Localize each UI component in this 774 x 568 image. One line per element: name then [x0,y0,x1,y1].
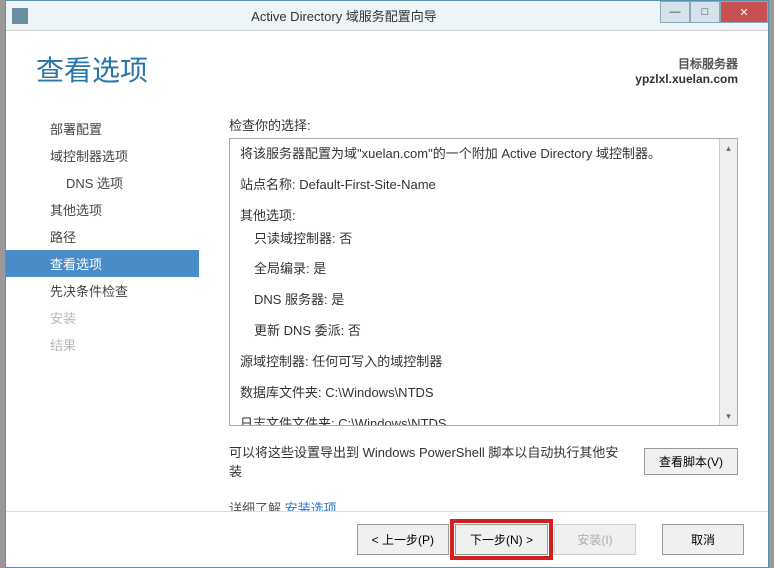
target-server-label: 目标服务器 [635,55,738,72]
sidebar-item-paths[interactable]: 路径 [6,223,199,250]
scroll-up-icon[interactable]: ▴ [720,139,737,157]
review-line: DNS 服务器: 是 [240,291,709,310]
sidebar-item-review-options[interactable]: 查看选项 [6,250,199,277]
review-line: 站点名称: Default-First-Site-Name [240,176,709,195]
body-row: 部署配置 域控制器选项 DNS 选项 其他选项 路径 查看选项 先决条件检查 安… [6,97,768,511]
maximize-button[interactable]: □ [690,1,720,23]
sidebar-item-install: 安装 [6,304,199,331]
sidebar-item-dc-options[interactable]: 域控制器选项 [6,142,199,169]
sidebar-item-dns-options[interactable]: DNS 选项 [6,169,199,196]
header-row: 查看选项 目标服务器 ypzlxl.xuelan.com [6,31,768,97]
sidebar-item-additional-options[interactable]: 其他选项 [6,196,199,223]
target-server-value: ypzlxl.xuelan.com [635,72,738,86]
cancel-button[interactable]: 取消 [662,524,744,555]
export-text: 可以将这些设置导出到 Windows PowerShell 脚本以自动执行其他安… [229,442,624,480]
review-label: 检查你的选择: [229,115,738,134]
learn-more: 详细了解 安装选项 [229,498,738,511]
main-panel: 检查你的选择: 将该服务器配置为域"xuelan.com"的一个附加 Activ… [199,97,768,511]
page-title: 查看选项 [36,49,635,89]
sidebar-item-results: 结果 [6,331,199,358]
sidebar-item-prereq-check[interactable]: 先决条件检查 [6,277,199,304]
previous-button[interactable]: < 上一步(P) [357,524,449,555]
install-button: 安装(I) [554,524,636,555]
review-line: 只读域控制器: 否 [240,230,709,249]
scrollbar[interactable]: ▴ ▾ [719,139,737,425]
sidebar: 部署配置 域控制器选项 DNS 选项 其他选项 路径 查看选项 先决条件检查 安… [6,97,199,511]
review-line: 将该服务器配置为域"xuelan.com"的一个附加 Active Direct… [240,145,709,164]
window-controls: — □ ✕ [660,1,768,30]
target-server: 目标服务器 ypzlxl.xuelan.com [635,49,738,86]
wizard-window: Active Directory 域服务配置向导 — □ ✕ 查看选项 目标服务… [5,0,769,568]
review-line: 源域控制器: 任何可写入的域控制器 [240,353,709,372]
next-button[interactable]: 下一步(N) > [455,524,548,555]
minimize-button[interactable]: — [660,1,690,23]
view-script-button[interactable]: 查看脚本(V) [644,448,738,475]
learn-more-link[interactable]: 安装选项 [285,501,337,511]
review-text: 将该服务器配置为域"xuelan.com"的一个附加 Active Direct… [230,139,719,425]
window-title: Active Directory 域服务配置向导 [28,6,660,25]
export-row: 可以将这些设置导出到 Windows PowerShell 脚本以自动执行其他安… [229,442,738,480]
review-line: 更新 DNS 委派: 否 [240,322,709,341]
sidebar-item-deployment-config[interactable]: 部署配置 [6,115,199,142]
review-line: 其他选项: [240,207,709,226]
scroll-down-icon[interactable]: ▾ [720,407,737,425]
content-area: 查看选项 目标服务器 ypzlxl.xuelan.com 部署配置 域控制器选项… [6,31,768,567]
review-line: 全局编录: 是 [240,260,709,279]
close-button[interactable]: ✕ [720,1,768,23]
app-icon [12,8,28,24]
titlebar: Active Directory 域服务配置向导 — □ ✕ [6,1,768,31]
learn-more-prefix: 详细了解 [229,501,281,511]
review-box: 将该服务器配置为域"xuelan.com"的一个附加 Active Direct… [229,138,738,426]
review-line: 数据库文件夹: C:\Windows\NTDS [240,384,709,403]
review-line: 日志文件文件夹: C:\Windows\NTDS [240,415,709,425]
footer: < 上一步(P) 下一步(N) > 安装(I) 取消 [6,511,768,567]
